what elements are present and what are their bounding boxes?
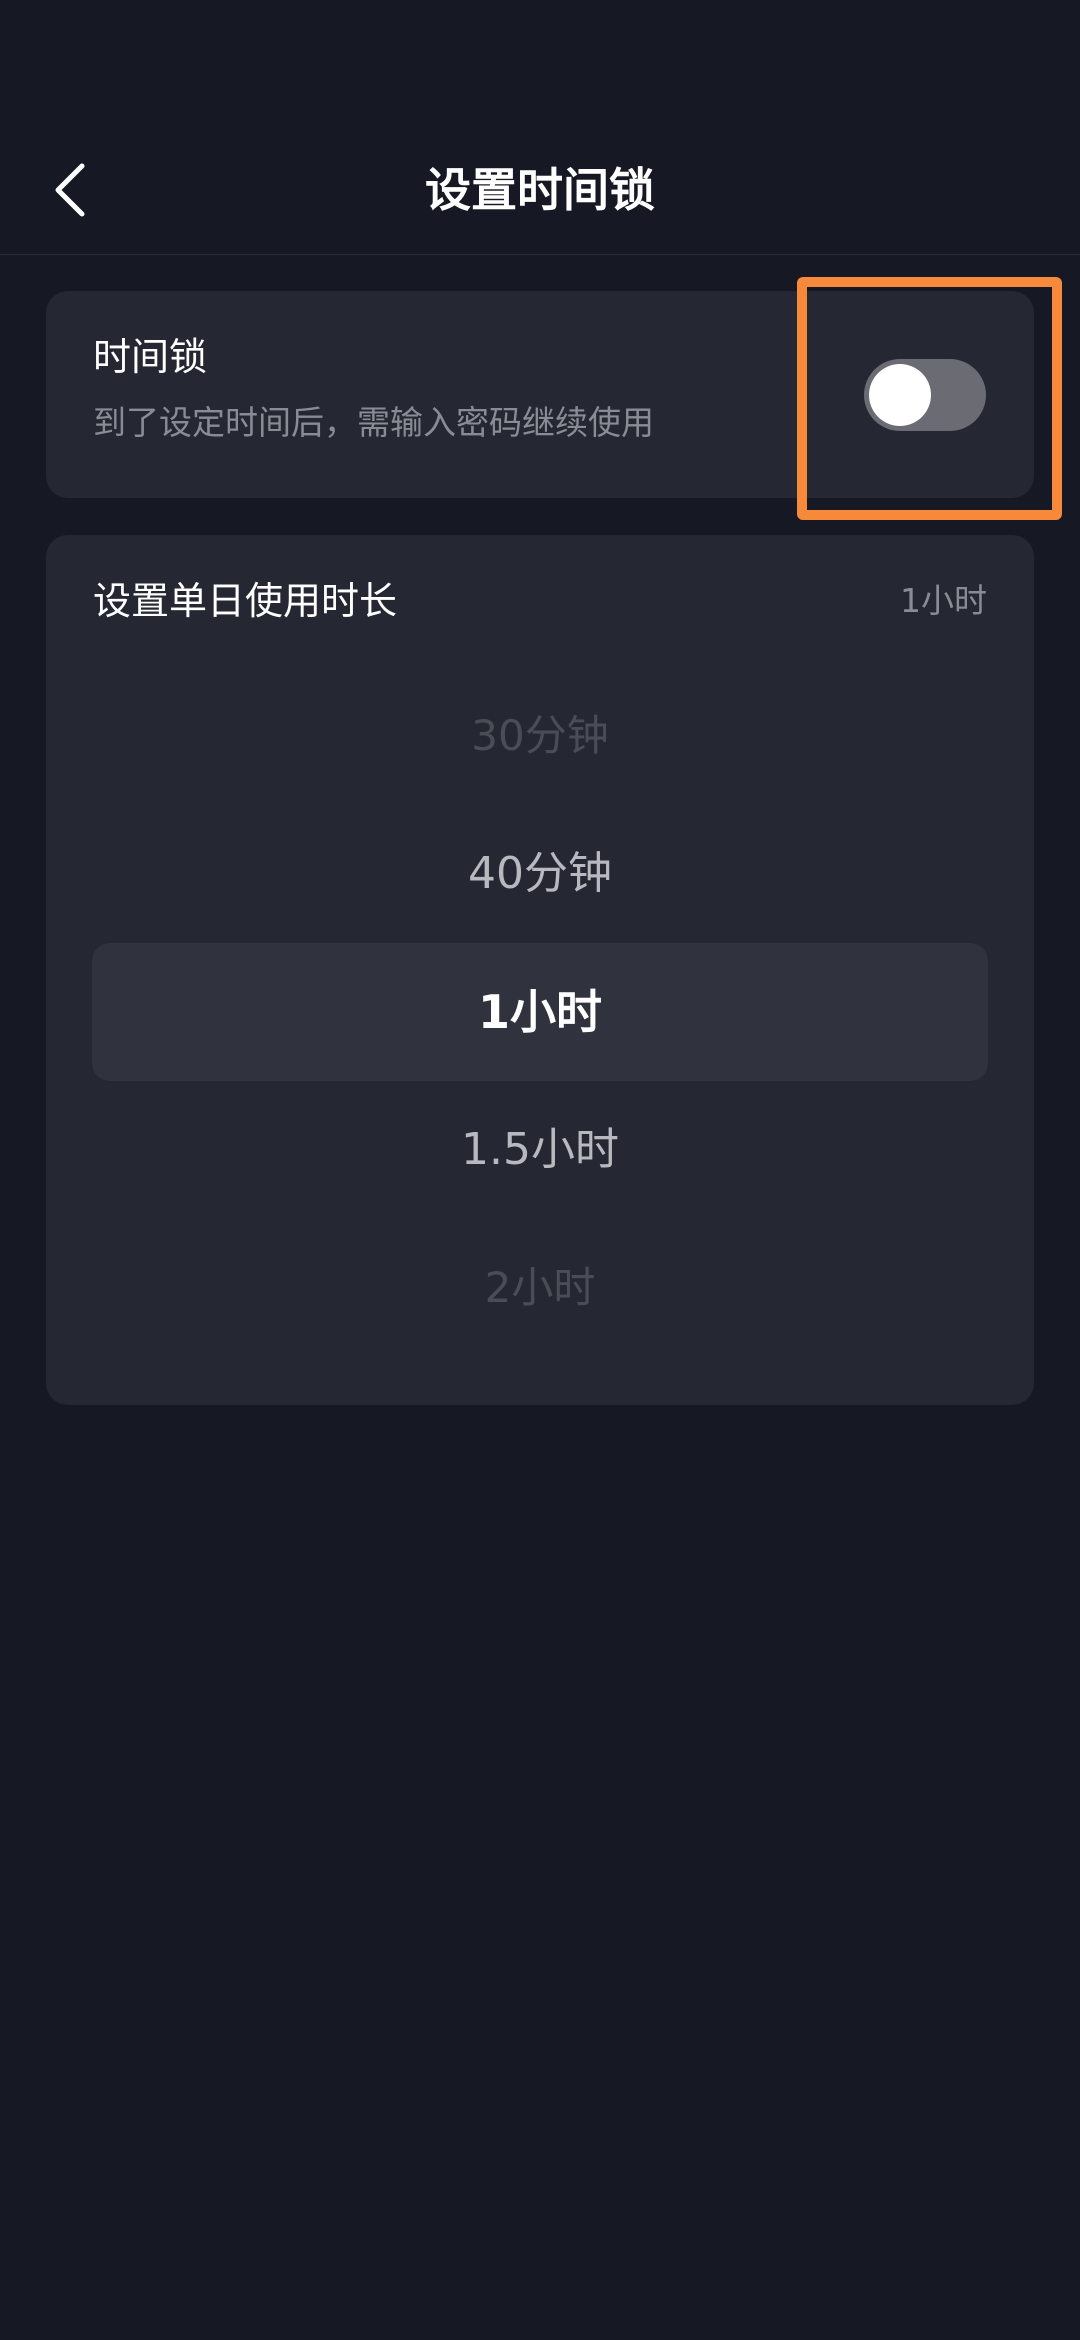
time-lock-card: 时间锁 到了设定时间后，需输入密码继续使用 bbox=[46, 291, 1034, 498]
picker-option-40min[interactable]: 40分钟 bbox=[92, 805, 988, 943]
duration-current-value: 1小时 bbox=[900, 581, 987, 620]
picker-option-1h[interactable]: 1小时 bbox=[92, 943, 988, 1081]
duration-title: 设置单日使用时长 bbox=[93, 579, 398, 623]
time-lock-toggle[interactable] bbox=[864, 359, 986, 431]
header-bar: 设置时间锁 bbox=[0, 0, 1080, 255]
picker-option-2h[interactable]: 2小时 bbox=[92, 1219, 988, 1357]
toggle-knob bbox=[869, 364, 931, 426]
duration-picker[interactable]: 30分钟 40分钟 1小时 1.5小时 2小时 bbox=[92, 665, 988, 1365]
header-divider bbox=[0, 254, 1080, 255]
daily-duration-card: 设置单日使用时长 1小时 30分钟 40分钟 1小时 1.5小时 2小时 bbox=[46, 535, 1034, 1405]
picker-option-1-5h[interactable]: 1.5小时 bbox=[92, 1081, 988, 1219]
time-lock-description: 到了设定时间后，需输入密码继续使用 bbox=[93, 403, 654, 442]
page-title: 设置时间锁 bbox=[425, 163, 655, 217]
picker-option-30min[interactable]: 30分钟 bbox=[92, 667, 988, 805]
time-lock-title: 时间锁 bbox=[93, 335, 208, 379]
